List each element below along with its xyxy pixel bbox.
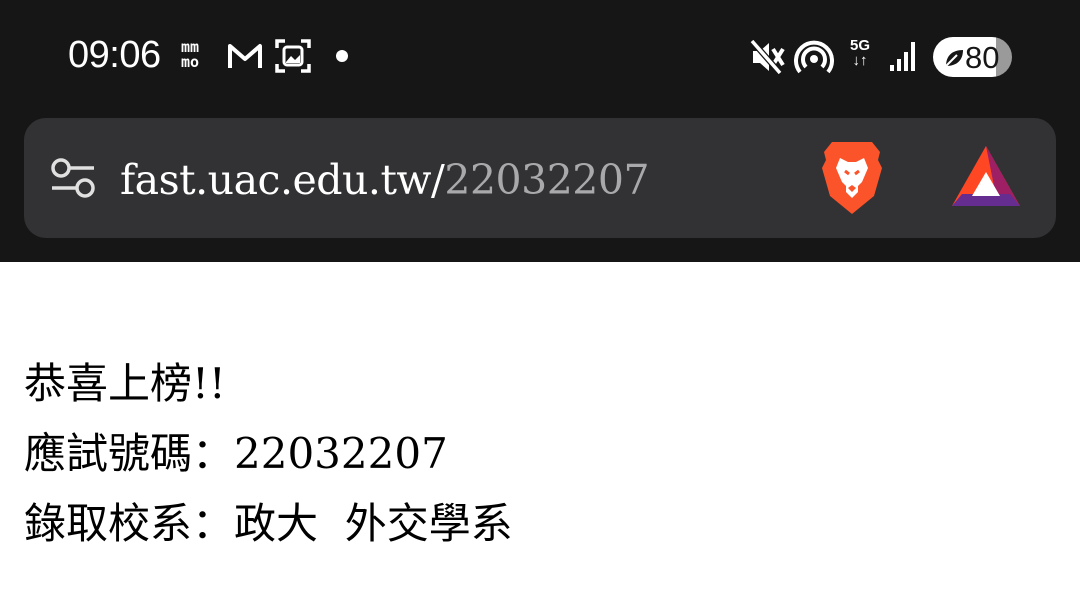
exam-number-row: 應試號碼：22032207	[24, 426, 513, 496]
battery-saver-icon	[945, 50, 963, 67]
admission-label: 錄取校系：	[24, 499, 235, 548]
browser-toolbar: fast.uac.edu.tw/22032207	[0, 118, 1080, 262]
result-panel: 恭喜上榜!! 應試號碼：22032207 錄取校系：政大 外交學系	[24, 356, 513, 566]
admission-row: 錄取校系：政大 外交學系	[24, 496, 513, 566]
battery-indicator: 80	[933, 37, 1012, 77]
url-text[interactable]: fast.uac.edu.tw/22032207	[120, 156, 650, 204]
vibrate-off-icon	[749, 39, 785, 75]
brave-rewards-icon[interactable]	[950, 144, 1022, 212]
5g-network-icon: 5G ↓↑	[850, 37, 871, 69]
screenshot-icon	[275, 39, 311, 73]
notification-dot-icon	[336, 50, 348, 62]
site-settings-icon[interactable]	[50, 156, 96, 200]
admission-school: 政大	[234, 499, 319, 548]
gmail-icon	[228, 44, 262, 68]
mm-app-icon: mm mo	[181, 38, 200, 71]
url-host: fast.uac.edu.tw/	[120, 156, 445, 204]
clock: 09:06	[68, 34, 161, 76]
battery-level: 80	[965, 40, 1000, 75]
hotspot-icon	[794, 40, 834, 74]
signal-icon	[890, 42, 915, 71]
address-bar[interactable]: fast.uac.edu.tw/22032207	[24, 118, 1056, 238]
exam-number-label: 應試號碼：	[24, 429, 235, 478]
congrats-text: 恭喜上榜!!	[24, 359, 226, 408]
status-bar: 09:06 mm mo 5G ↓↑ 80	[0, 0, 1080, 118]
network-type-label: 5G	[850, 37, 871, 54]
brave-shields-icon[interactable]	[818, 138, 886, 218]
exam-number-value: 22032207	[234, 429, 448, 478]
admission-department: 外交學系	[344, 499, 513, 548]
url-path: 22032207	[444, 156, 650, 204]
